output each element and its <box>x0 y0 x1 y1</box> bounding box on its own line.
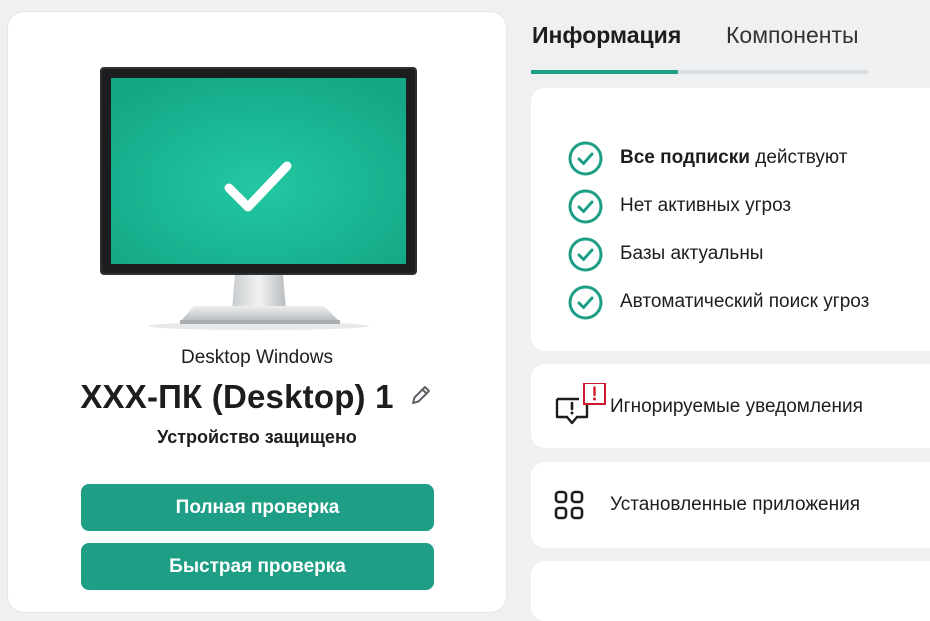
next-panel <box>531 561 930 621</box>
protection-status-panel: Все подписки действуют Нет активных угро… <box>531 88 930 351</box>
installed-apps-panel[interactable]: Установленные приложения <box>531 462 930 548</box>
device-type: Desktop Windows <box>180 347 334 368</box>
status-text: Базы актуальны <box>620 243 764 264</box>
tab-components[interactable]: Компоненты <box>726 22 859 49</box>
status-item-subscriptions: Все подписки действуют <box>568 134 869 182</box>
check-circle-icon <box>568 237 603 271</box>
status-text: Автоматический поиск угроз <box>620 291 870 312</box>
monitor-illustration <box>100 67 417 330</box>
device-status: Устройство защищено <box>157 427 357 447</box>
status-text: Все подписки действуют <box>620 147 847 169</box>
tab-bar: Информация Компоненты <box>531 0 868 76</box>
tab-active-indicator <box>531 70 678 74</box>
quick-scan-button[interactable]: Быстрая проверка <box>81 543 434 590</box>
device-card: Desktop Windows XXX-ПК (Desktop) 1 Устро… <box>8 12 506 612</box>
quick-scan-label: Быстрая проверка <box>169 555 346 577</box>
ignored-notifications-panel[interactable]: Игнорируемые уведомления <box>531 364 930 448</box>
status-text-bold: Все подписки <box>620 147 750 168</box>
check-circle-icon <box>568 141 603 175</box>
apps-grid-icon <box>554 490 584 520</box>
pencil-edit-icon[interactable] <box>408 383 434 409</box>
status-item-threats: Нет активных угроз <box>568 182 869 230</box>
ignored-notification-icon <box>555 383 606 425</box>
ignored-notifications-label: Игнорируемые уведомления <box>610 396 863 417</box>
check-circle-icon <box>568 189 603 223</box>
status-text-rest: действуют <box>749 147 848 168</box>
full-scan-label: Полная проверка <box>175 496 340 518</box>
device-name-row: XXX-ПК (Desktop) 1 <box>8 378 506 416</box>
check-circle-icon <box>568 285 603 319</box>
status-item-databases: Базы актуальны <box>568 230 869 278</box>
installed-apps-label: Установленные приложения <box>610 494 861 515</box>
full-scan-button[interactable]: Полная проверка <box>81 484 434 531</box>
status-text: Нет активных угроз <box>620 195 792 216</box>
device-name: XXX-ПК (Desktop) 1 <box>80 378 394 415</box>
status-item-auto-scan: Автоматический поиск угроз <box>568 278 869 326</box>
tab-information[interactable]: Информация <box>532 22 681 49</box>
status-list: Все подписки действуют Нет активных угро… <box>568 134 869 326</box>
